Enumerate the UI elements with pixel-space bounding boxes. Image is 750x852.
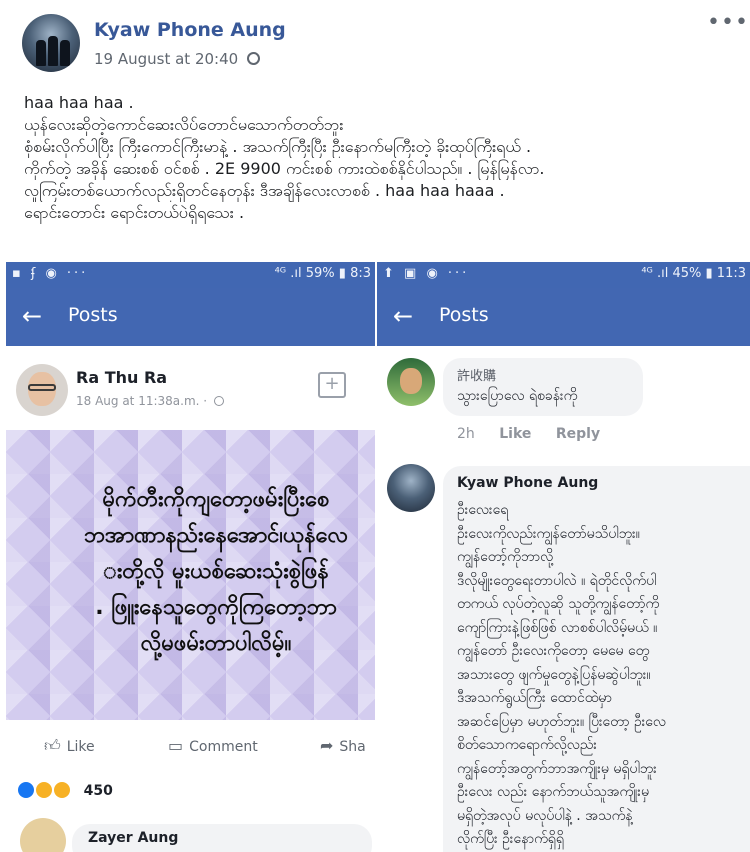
quote-line: မိုက်တီးကိုကျတော့ဖမ်းပြီးစေ — [102, 487, 330, 512]
commenter-avatar — [387, 358, 435, 406]
post-header: Kyaw Phone Aung 19 August at 20:40 ••• — [0, 0, 750, 84]
reply-line: ဒီအသက်ရွယ်ကြီး ထောင်ထဲမှာ — [457, 690, 613, 706]
post-actions: 👍︎ Like ▭ Comment ➦ Sha — [6, 728, 375, 762]
comment-icon: ▭ — [168, 736, 184, 755]
reply-line: မရှိတဲ့အလုပ် မလုပ်ပါနဲ့ . အသက်နဲ့ — [457, 807, 633, 824]
status-bar: ⬆ ▣ ◉ ··· ⁴ᴳ .ıl 45% ▮ 11:3 — [377, 262, 750, 288]
poster-date: 18 Aug at 11:38a.m. · — [76, 394, 224, 408]
share-icon: ➦ — [320, 736, 334, 755]
back-arrow-icon: ← — [22, 302, 43, 330]
globe-icon — [213, 396, 224, 406]
reply-line: အသားတွေ ဖျက်မှုတွေနဲ့ပြန်မဆွဲပါဘူး။ — [457, 666, 651, 683]
reaction-count: 450 — [83, 783, 113, 799]
comment-action: ▭ Comment — [168, 736, 258, 755]
more-options-icon[interactable]: ••• — [707, 10, 749, 35]
status-icons-right: ⁴ᴳ .ıl 45% ▮ 11:3 — [641, 266, 746, 281]
haha-reaction-icon — [53, 782, 70, 798]
wow-reaction-icon — [35, 782, 52, 798]
post-author-name[interactable]: Kyaw Phone Aung — [94, 19, 286, 41]
reply-line: တကယ် လုပ်တဲ့လူဆို သူတို့ကျွန်တော့်ကို — [457, 596, 660, 612]
quote-line: းတို့လို မူးယစ်ဆေးသုံးစွဲဖြန် — [103, 559, 329, 584]
poster-avatar — [16, 364, 68, 416]
status-bar: ▪ ʄ ◉ ··· ⁴ᴳ .ıl 59% ▮ 8:3 — [6, 262, 375, 288]
quote-text: မိုက်တီးကိုကျတော့ဖမ်းပြီးစေ ဘအာဏာနည်းနေအ… — [6, 482, 375, 662]
comment-label: Comment — [189, 739, 258, 755]
status-icons-left: ▪ ʄ ◉ ··· — [12, 266, 89, 281]
post-date-text: 19 August at 20:40 — [94, 50, 239, 68]
app-bar: ← Posts — [377, 288, 750, 346]
quote-image: မိုက်တီးကိုကျတော့ဖမ်းပြီးစေ ဘအာဏာနည်းနေအ… — [6, 430, 375, 720]
reply-line: လိုက်ပြီး ဦးနောက်ရှိရှိ — [457, 831, 564, 847]
left-screenshot-image[interactable]: ▪ ʄ ◉ ··· ⁴ᴳ .ıl 59% ▮ 8:3 ← Posts Ra Th… — [6, 262, 375, 852]
reply-line: ဒီလိုမျိုးတွေရေးတာပါလဲ ။ ရဲတိုင်လိုက်ပါ — [457, 572, 657, 589]
quote-line: ဘအာဏာနည်းနေအောင်၊ယုန်လေ — [83, 523, 349, 548]
post-text-line: စုံစမ်းလိုက်ပါပြီး ကြီးကောင်ကြီးမာနဲ့ . … — [24, 137, 532, 156]
reply-line: ကျွန်တော့်အတွက်ဘာအကျိုးမှ မရှိပါဘူး — [457, 760, 657, 777]
comment-meta: 2h Like Reply — [457, 426, 620, 442]
reply-line: ဦးလေးကိုလည်းကျွန်တော်မသိပါဘူး။ — [457, 525, 640, 542]
reply-author-name: Kyaw Phone Aung — [457, 475, 599, 491]
save-post-icon: + — [318, 372, 346, 398]
post-text-line: လူကြမ်းတစ်ယောက်လည်းရှိတင်နေတုန်း ဒီအချိန… — [24, 181, 505, 200]
comment-like-link: Like — [499, 426, 532, 442]
reply-line: ကျော်ကြားနဲ့ဖြစ်ဖြစ် လာစစ်ပါလိမ့်မယ် ။ — [457, 619, 658, 636]
share-label: Sha — [339, 739, 366, 755]
app-bar-title: Posts — [68, 304, 118, 326]
like-label: Like — [66, 739, 95, 755]
post-text-line: haa haa haa . — [24, 93, 134, 112]
status-icons-left: ⬆ ▣ ◉ ··· — [383, 266, 470, 281]
globe-icon — [246, 52, 260, 65]
back-arrow-icon: ← — [393, 302, 414, 330]
post-text-line: ကိုက်တဲ့ အခိုန် ဆေးစစ် ဝင်စစ် . 2E 9900 … — [24, 159, 545, 178]
reply-line: စိတ်သောကရောက်လို့လည်း — [457, 737, 597, 753]
reply-line: အဆင်ပြေမှာ မဟုတ်ဘူး။ ပြီးတော့ ဦးလေ — [457, 713, 666, 730]
reply-line: ကျွန်တော် ဦးလေးကိုတော့ မေမေ တွေ — [457, 643, 650, 659]
quote-line: . ဖြူးနေသူတွေကိုကြတော့ဘာ — [95, 595, 337, 620]
comment-text: သွားပြောလေ ရဲစခန်းကို — [457, 388, 578, 404]
status-icons-right: ⁴ᴳ .ıl 59% ▮ 8:3 — [274, 266, 371, 281]
reply-author-avatar — [387, 464, 435, 512]
poster-date-text: 18 Aug at 11:38a.m. · — [76, 394, 208, 408]
quote-line: လို့မဖမ်းတာပါလိမ့်။ — [140, 631, 292, 656]
post-timestamp[interactable]: 19 August at 20:40 — [94, 50, 260, 68]
reply-line: ဦးလေး လည်း နောက်ဘယ်သူအကျိုးမှ — [457, 784, 649, 800]
poster-name: Ra Thu Ra — [76, 368, 168, 387]
reply-line: ကျွန်တော့်ကိုဘာလို့ — [457, 549, 554, 565]
post-body-text: haa haa haa . ယုန်လေးဆိုတဲ့ကောင်ဆေးလိပ်တ… — [24, 92, 729, 224]
app-bar: ← Posts — [6, 288, 375, 346]
like-action: 👍︎ Like — [44, 736, 95, 756]
app-bar-title: Posts — [439, 304, 489, 326]
comment-reply-link: Reply — [555, 426, 601, 442]
like-reaction-icon — [18, 782, 34, 798]
share-action: ➦ Sha — [320, 736, 366, 755]
commenter-avatar — [20, 818, 66, 852]
commenter-name: Zayer Aung — [88, 830, 179, 846]
commenter-name: 許收購 — [457, 369, 497, 384]
right-screenshot-image[interactable]: ⬆ ▣ ◉ ··· ⁴ᴳ .ıl 45% ▮ 11:3 ← Posts 許收購 … — [377, 262, 750, 852]
comment-time: 2h — [457, 426, 475, 442]
reply-text: ဦးလေးရေ ဦးလေးကိုလည်းကျွန်တော်မသိပါဘူး။ က… — [457, 499, 750, 852]
reactions-summary: 450 — [18, 782, 113, 799]
post-text-line: ယုန်လေးဆိုတဲ့ကောင်ဆေးလိပ်တောင်မသောက်တတ်ဘ… — [24, 115, 344, 134]
reply-line: ဦးလေးရေ — [457, 502, 509, 518]
author-avatar[interactable] — [22, 14, 80, 72]
thumbs-up-icon: 👍︎ — [44, 736, 61, 755]
post-text-line: ရောင်းတောင်း ရောင်းတယ်ပဲရှိရသေး . — [24, 203, 245, 222]
